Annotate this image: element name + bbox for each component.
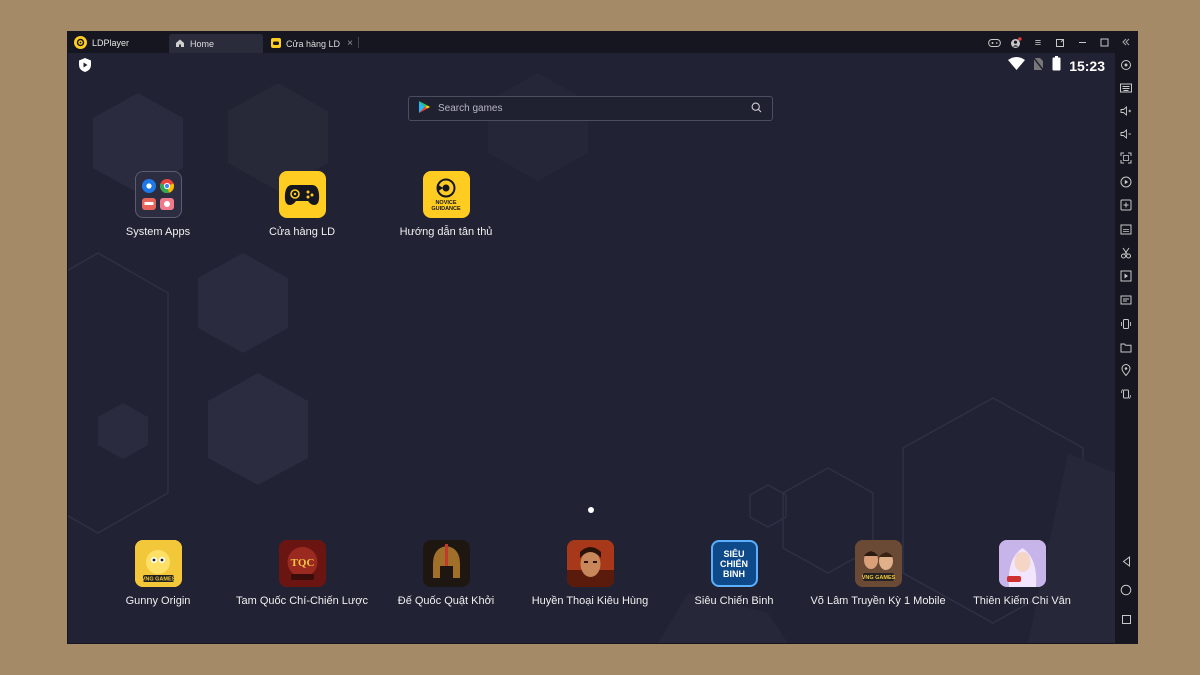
tab-divider — [358, 37, 359, 48]
operation-record-icon[interactable] — [1115, 55, 1137, 75]
app-vo-lam-truyen-ky[interactable]: VNG GAMES Võ Lâm Truyền Kỳ 1 Mobile — [810, 540, 946, 607]
app-gunny-origin[interactable]: VNG GAMES Gunny Origin — [98, 540, 218, 607]
spartan-helmet-icon — [422, 540, 470, 587]
folder-icon — [134, 171, 182, 218]
minimize-icon[interactable] — [1071, 32, 1093, 53]
ldplayer-window: LDPlayer Home Cửa hàng LD × ≡ 15:23 Sear… — [68, 32, 1137, 643]
tab-label: Cửa hàng LD — [286, 38, 341, 49]
wifi-icon — [1008, 57, 1026, 75]
page-indicator — [588, 507, 594, 513]
search-input[interactable] — [436, 102, 751, 115]
app-sieu-chien-binh[interactable]: SIÊU CHIẾN BINH Siêu Chiến Binh — [674, 540, 794, 607]
tab-close-icon[interactable]: × — [347, 38, 353, 49]
maximize-icon[interactable] — [1093, 32, 1115, 53]
rotate-screen-icon[interactable] — [1115, 384, 1137, 404]
collapse-toolbar-icon[interactable] — [1115, 32, 1137, 52]
folder-icon[interactable] — [1115, 337, 1137, 357]
search-bar[interactable] — [408, 96, 773, 121]
app-label: Thiên Kiếm Chi Vân — [973, 595, 1071, 607]
recent-apps-icon[interactable] — [1115, 609, 1137, 629]
svg-text:TQC: TQC — [290, 557, 314, 569]
search-icon[interactable] — [751, 100, 762, 118]
novice-guidance-text: NOVICE GUIDANCE — [431, 199, 461, 212]
battery-icon — [1052, 56, 1061, 76]
app-system-apps[interactable]: System Apps — [98, 171, 218, 238]
gunny-origin-icon: VNG GAMES — [134, 540, 182, 587]
app-label: Võ Lâm Truyền Kỳ 1 Mobile — [810, 595, 946, 607]
add-apk-icon[interactable] — [1115, 195, 1137, 215]
tam-quoc-chi-icon: TQC — [278, 540, 326, 587]
app-label: Cửa hàng LD — [268, 226, 336, 238]
heroine-portrait-icon — [998, 540, 1046, 587]
volume-up-icon[interactable] — [1115, 101, 1137, 121]
title-bar: LDPlayer Home Cửa hàng LD × ≡ — [68, 32, 1137, 53]
account-icon[interactable] — [1005, 32, 1027, 53]
location-icon[interactable] — [1115, 360, 1137, 380]
app-tam-quoc-chi[interactable]: TQC Tam Quốc Chí-Chiến Lược — [236, 540, 368, 607]
menu-icon[interactable]: ≡ — [1027, 32, 1049, 53]
apk-install-icon[interactable] — [1115, 219, 1137, 239]
home-button-icon[interactable] — [1115, 580, 1137, 600]
app-brand: LDPlayer — [74, 36, 129, 49]
app-huyen-thoai-kieu-hung[interactable]: Huyền Thoại Kiêu Hùng — [530, 540, 650, 607]
shield-icon — [78, 57, 92, 78]
app-label: Đế Quốc Quật Khởi — [397, 595, 495, 607]
window-controls: ≡ — [983, 32, 1137, 53]
svg-text:VNG GAMES: VNG GAMES — [861, 575, 895, 581]
swordsman-portrait-icon: VNG GAMES — [854, 540, 902, 587]
pin-window-icon[interactable] — [1049, 32, 1071, 53]
app-label: Huyền Thoại Kiêu Hùng — [531, 595, 649, 607]
sieu-chien-binh-icon: SIÊU CHIẾN BINH — [710, 540, 758, 587]
app-label: Hướng dẫn tân thủ — [399, 226, 493, 238]
app-label: Siêu Chiến Binh — [694, 595, 774, 607]
app-ld-store[interactable]: Cửa hàng LD — [242, 171, 362, 238]
app-de-quoc-quat-khoi[interactable]: Đế Quốc Quật Khởi — [386, 540, 506, 607]
scissors-icon[interactable] — [1115, 243, 1137, 263]
app-label: System Apps — [125, 226, 191, 238]
android-home-screen: 15:23 Search games System Apps Cửa hàng … — [68, 53, 1115, 643]
tab-home[interactable]: Home — [169, 34, 263, 53]
app-name: LDPlayer — [92, 37, 130, 48]
novice-guidance-icon: NOVICE GUIDANCE — [422, 171, 470, 218]
gamepad-settings-icon[interactable] — [983, 32, 1005, 53]
keyboard-mapping-icon[interactable] — [1115, 78, 1137, 98]
shared-folder-icon[interactable] — [1115, 290, 1137, 310]
store-icon — [271, 37, 281, 50]
status-bar: 15:23 — [68, 53, 1115, 77]
tab-label: Home — [190, 38, 215, 49]
status-icons: 15:23 — [1008, 56, 1105, 76]
app-label: Gunny Origin — [125, 595, 191, 607]
multi-instance-sync-icon[interactable] — [1115, 266, 1137, 286]
emulator-toolbar — [1115, 32, 1137, 643]
svg-text:VNG GAMES: VNG GAMES — [141, 577, 175, 583]
shake-icon[interactable] — [1115, 314, 1137, 334]
volume-down-icon[interactable] — [1115, 124, 1137, 144]
play-store-icon — [419, 100, 430, 118]
clock: 15:23 — [1069, 58, 1105, 74]
no-sim-icon — [1032, 56, 1045, 76]
app-novice-guidance[interactable]: NOVICE GUIDANCE Hướng dẫn tân thủ — [386, 171, 506, 238]
warrior-portrait-icon — [566, 540, 614, 587]
gamepad-icon — [278, 171, 326, 218]
back-icon[interactable] — [1115, 551, 1137, 571]
app-label: Tam Quốc Chí-Chiến Lược — [236, 595, 368, 607]
app-thien-kiem-chi-van[interactable]: Thiên Kiếm Chi Vân — [962, 540, 1082, 607]
video-record-icon[interactable] — [1115, 172, 1137, 192]
home-icon — [175, 38, 185, 50]
fullscreen-icon[interactable] — [1115, 148, 1137, 168]
sieu-chien-binh-text: SIÊU CHIẾN BINH — [719, 548, 748, 579]
ldplayer-logo-icon — [74, 36, 87, 49]
tab-ld-store[interactable]: Cửa hàng LD × — [265, 34, 359, 53]
